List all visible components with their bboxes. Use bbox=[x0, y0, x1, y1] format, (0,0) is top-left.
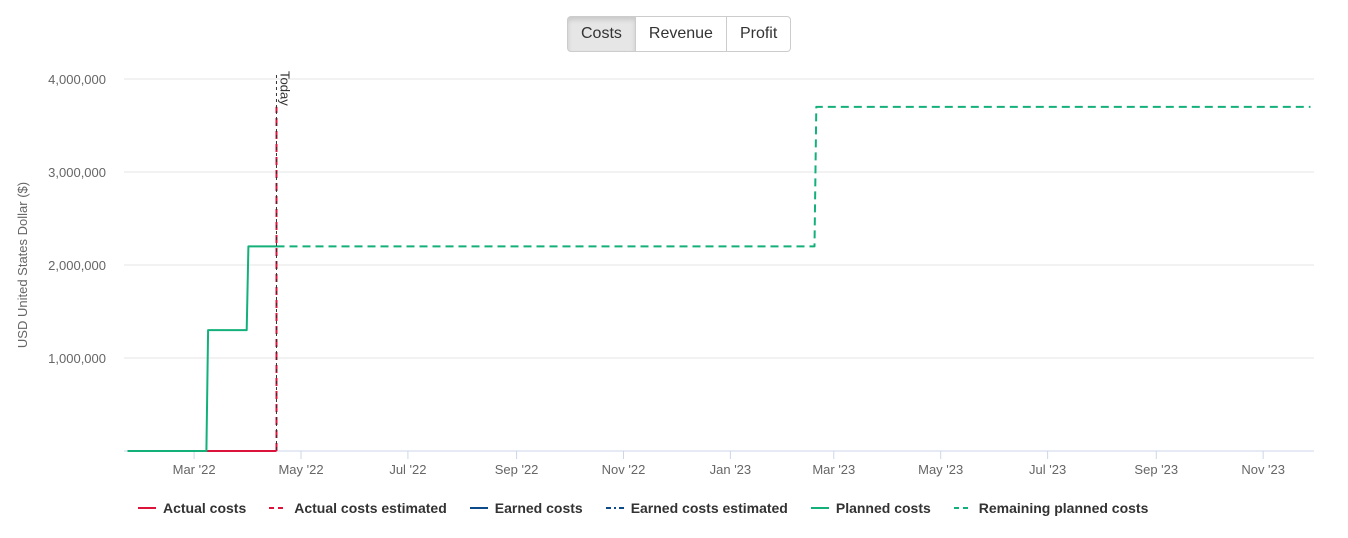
legend-item[interactable]: Earned costs bbox=[469, 500, 583, 516]
legend-swatch bbox=[810, 507, 829, 509]
x-tick-label: Jul '23 bbox=[1029, 462, 1066, 477]
legend-item[interactable]: Planned costs bbox=[810, 500, 931, 516]
legend-label: Actual costs estimated bbox=[294, 500, 447, 516]
x-tick-label: Mar '23 bbox=[812, 462, 855, 477]
tab-revenue[interactable]: Revenue bbox=[635, 16, 727, 52]
x-tick-label: Mar '22 bbox=[173, 462, 216, 477]
grid-lines bbox=[124, 78, 1314, 359]
chart-view-toggle: Costs Revenue Profit bbox=[567, 16, 792, 52]
x-tick-label: Jan '23 bbox=[710, 462, 752, 477]
legend-swatch bbox=[269, 507, 288, 509]
legend-swatch bbox=[469, 507, 488, 509]
costs-chart: 1,000,000 2,000,000 3,000,000 4,000,000 USD… bbox=[15, 71, 1314, 477]
x-tick-label: Nov '22 bbox=[602, 462, 646, 477]
x-tick-label: Nov '23 bbox=[1241, 462, 1285, 477]
legend-swatch bbox=[605, 507, 624, 509]
legend-item[interactable]: Remaining planned costs bbox=[953, 500, 1149, 516]
y-tick-label: 3,000,000 bbox=[48, 165, 106, 180]
series-layer bbox=[127, 105, 1311, 452]
y-axis-label: USD United States Dollar ($) bbox=[15, 182, 30, 348]
x-tick-label: Sep '22 bbox=[495, 462, 539, 477]
today-label: Today bbox=[277, 71, 292, 106]
legend-item[interactable]: Actual costs bbox=[137, 500, 246, 516]
x-tick-label: Sep '23 bbox=[1134, 462, 1178, 477]
legend-label: Earned costs estimated bbox=[630, 500, 788, 516]
tab-costs[interactable]: Costs bbox=[567, 16, 636, 52]
legend-swatch bbox=[953, 507, 972, 509]
y-tick-label: 4,000,000 bbox=[48, 72, 106, 87]
tab-profit[interactable]: Profit bbox=[726, 16, 792, 52]
x-tick-label: Jul '22 bbox=[389, 462, 426, 477]
legend-label: Actual costs bbox=[163, 500, 247, 516]
y-tick-label: 2,000,000 bbox=[48, 258, 106, 273]
y-tick-label: 1,000,000 bbox=[48, 351, 106, 366]
legend-item[interactable]: Actual costs estimated bbox=[268, 500, 447, 516]
legend-item[interactable]: Earned costs estimated bbox=[605, 500, 788, 516]
x-tick-label: May '23 bbox=[918, 462, 963, 477]
today-marker: Today bbox=[275, 71, 292, 451]
legend-label: Remaining planned costs bbox=[978, 500, 1149, 516]
legend-swatch bbox=[138, 507, 156, 509]
series-planned-costs bbox=[127, 245, 277, 452]
x-tick-label: May '22 bbox=[278, 462, 323, 477]
series-remaining-planned-costs bbox=[276, 105, 1311, 248]
legend-label: Planned costs bbox=[835, 500, 931, 516]
x-axis: Mar '22 May '22 Jul '22 Sep '22 Nov '22 Jan '… bbox=[124, 450, 1314, 477]
legend-label: Earned costs bbox=[494, 500, 583, 516]
legend: Actual costs Actual costs estimated Earned… bbox=[137, 500, 1170, 516]
y-axis-ticks: 1,000,000 2,000,000 3,000,000 4,000,000 bbox=[48, 72, 106, 366]
